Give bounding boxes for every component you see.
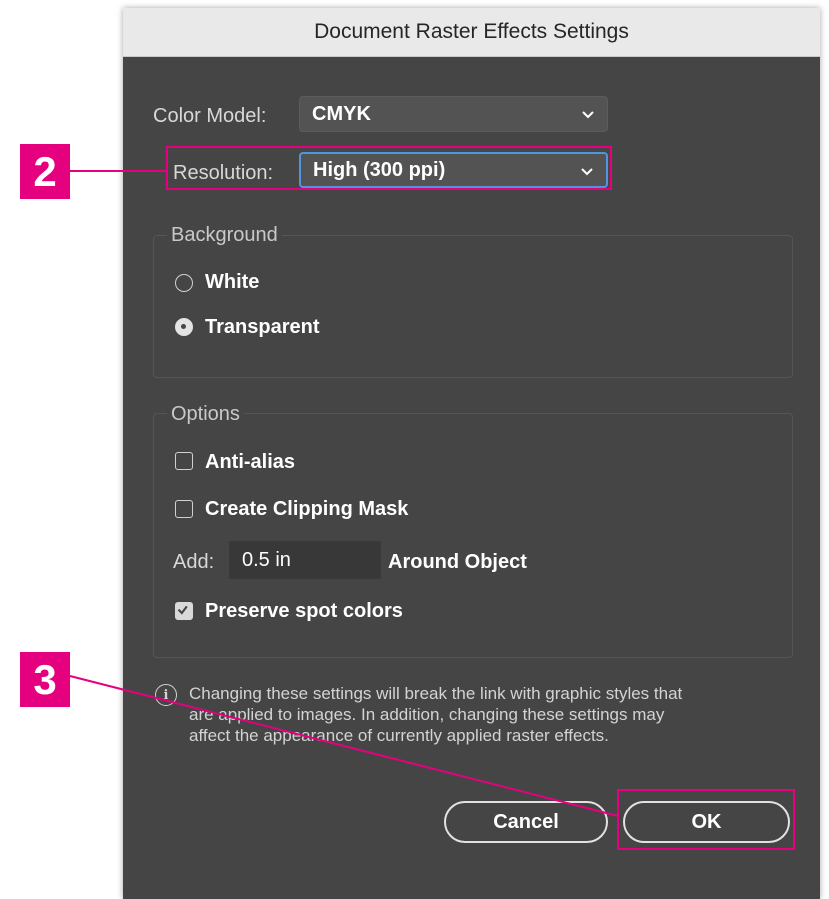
- annotation-leaders: [69, 170, 619, 817]
- step-3-leader: [69, 675, 619, 817]
